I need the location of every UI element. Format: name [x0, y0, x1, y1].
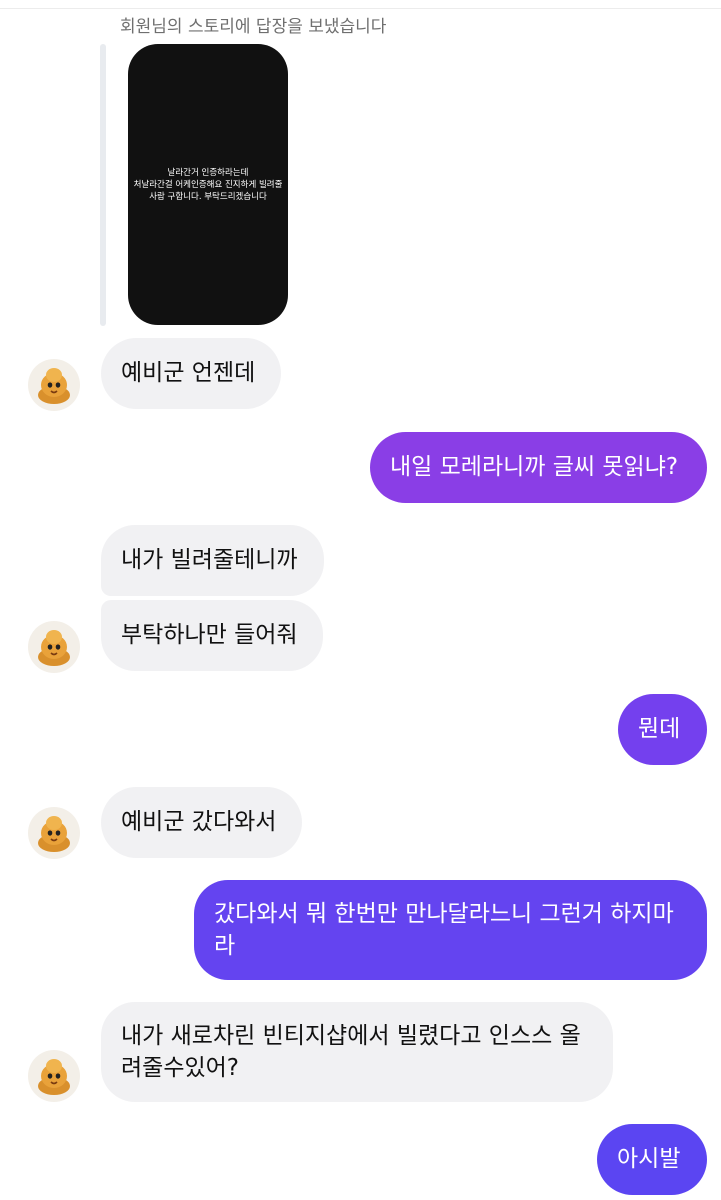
outgoing-message[interactable]: 아시발 — [597, 1124, 707, 1195]
incoming-message[interactable]: 내가 빌려줄테니까 — [101, 525, 324, 596]
top-divider — [0, 0, 721, 9]
incoming-message[interactable]: 예비군 언젠데 — [101, 338, 281, 409]
contact-avatar[interactable] — [28, 1050, 80, 1102]
incoming-message[interactable]: 예비군 갔다와서 — [101, 787, 302, 858]
cartoon-mascot-avatar-icon — [38, 816, 70, 852]
cartoon-mascot-avatar-icon — [38, 1059, 70, 1095]
cartoon-mascot-avatar-icon — [38, 368, 70, 404]
outgoing-message[interactable]: 내일 모레라니까 글씨 못읽냐? — [370, 432, 707, 503]
contact-avatar[interactable] — [28, 621, 80, 673]
outgoing-message[interactable]: 갔다와서 뭐 한번만 만나달라느니 그런거 하지마라 — [194, 880, 707, 980]
outgoing-message[interactable]: 뭔데 — [618, 694, 707, 765]
incoming-message[interactable]: 부탁하나만 들어줘 — [101, 600, 323, 671]
story-reply-bar — [100, 44, 106, 326]
story-text: 날라간거 인증하라는데 처날라간걸 어케인증해요 진지하게 빌려줄사람 구합니다… — [133, 167, 283, 202]
story-preview[interactable]: 날라간거 인증하라는데 처날라간걸 어케인증해요 진지하게 빌려줄사람 구합니다… — [128, 44, 288, 325]
incoming-message[interactable]: 내가 새로차린 빈티지샵에서 빌렸다고 인스스 올려줄수있어? — [101, 1002, 613, 1102]
cartoon-mascot-avatar-icon — [38, 630, 70, 666]
contact-avatar[interactable] — [28, 807, 80, 859]
story-reply-caption: 회원님의 스토리에 답장을 보냈습니다 — [120, 17, 387, 37]
contact-avatar[interactable] — [28, 359, 80, 411]
